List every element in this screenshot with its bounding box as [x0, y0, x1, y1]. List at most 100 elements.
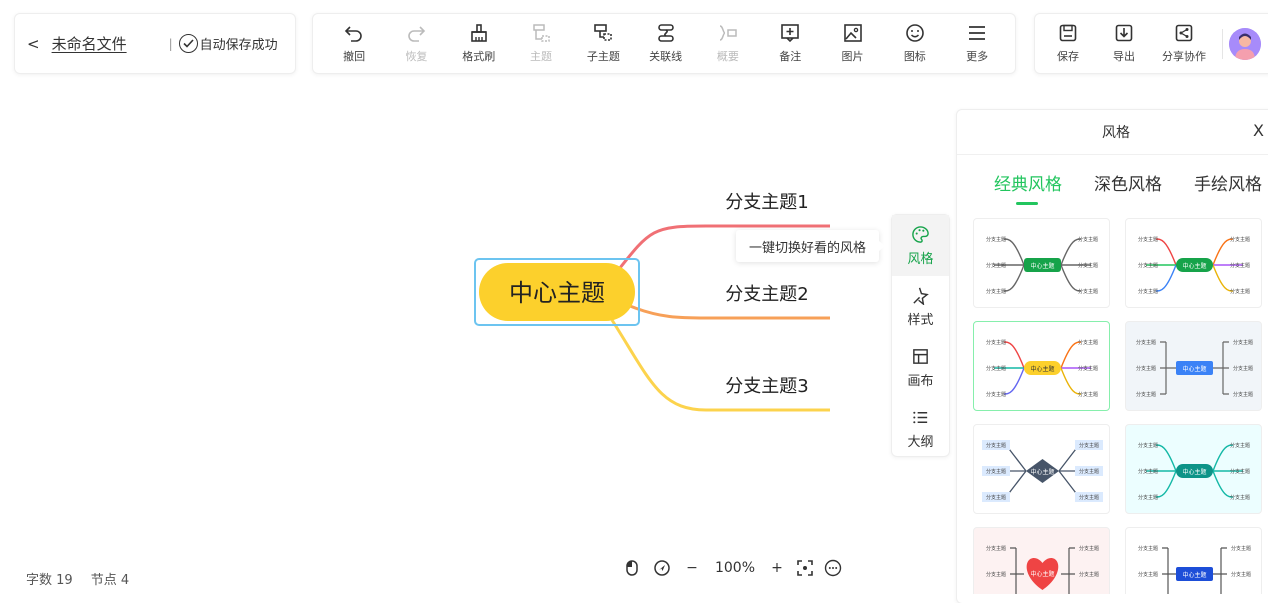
share-label: 分享协作	[1162, 50, 1206, 63]
fit-view-button[interactable]	[788, 556, 822, 580]
thumb-center-label: 中心主题	[1182, 262, 1206, 270]
relation-line-icon	[657, 24, 674, 42]
thumb-branch-label: 分支主题	[986, 365, 1006, 372]
image-icon	[843, 24, 862, 42]
palette-icon	[912, 225, 929, 243]
thumb-branch-label: 分支主题	[1079, 442, 1099, 449]
style-thumbnail-4[interactable]: 中心主题 分支主题 分支主题 分支主题 分支主题 分支主题 分支主题	[1125, 321, 1262, 411]
branch-topic-2[interactable]: 分支主题2	[725, 284, 808, 305]
autosave-status: 自动保存成功	[199, 38, 278, 53]
style-thumbnail-7[interactable]: 中心主题 分支主题 分支主题 分支主题 分支主题	[973, 527, 1110, 594]
zoom-level: 100%	[714, 560, 756, 576]
save-button[interactable]: 保存	[1040, 23, 1096, 64]
thumb-center-label: 中心主题	[1030, 262, 1054, 270]
branch-connector-2	[629, 304, 830, 320]
thumb-branch-label: 分支主题	[986, 391, 1006, 398]
thumb-branch-label: 分支主题	[1230, 236, 1250, 243]
zoom-toolbar: − 100% +	[620, 556, 844, 580]
undo-button[interactable]: 撤回	[323, 13, 385, 74]
style-thumbnail-3[interactable]: 中心主题 分支主题 分支主题 分支主题 分支主题 分支主题 分支主题	[973, 321, 1110, 411]
thumb-branch-label: 分支主题	[1231, 545, 1251, 552]
thumb-branch-label: 分支主题	[1078, 262, 1098, 269]
note-button[interactable]: 备注	[759, 13, 821, 74]
summary-button[interactable]: 概要	[697, 13, 759, 74]
center-topic-text: 中心主题	[509, 279, 605, 307]
thumb-branch-label: 分支主题	[1138, 545, 1158, 552]
style-thumbnail-5[interactable]: 中心主题 分支主题 分支主题 分支主题 分支主题 分支主题 分支主题	[973, 424, 1110, 514]
file-name[interactable]: 未命名文件	[52, 33, 127, 54]
thumb-branch-label: 分支主题	[1078, 391, 1098, 398]
style-thumbnail-6[interactable]: 中心主题 分支主题 分支主题 分支主题 分支主题 分支主题 分支主题	[1125, 424, 1262, 514]
mindmap-canvas[interactable]: 中心主题 分支主题1 分支主题2 分支主题3	[0, 80, 960, 560]
thumb-branch-label: 分支主题	[1138, 236, 1158, 243]
branch-topic-1[interactable]: 分支主题1	[725, 192, 808, 213]
word-count: 字数 19	[26, 573, 73, 588]
share-button[interactable]: 分享协作	[1152, 23, 1216, 64]
format-brush-icon	[470, 24, 487, 42]
more-options-button[interactable]	[822, 556, 844, 580]
back-icon[interactable]: <	[27, 35, 40, 53]
thumb-branch-label: 分支主题	[986, 262, 1006, 269]
thumb-center-label: 中心主题	[1182, 571, 1206, 579]
tab-style-theme[interactable]: 风格	[892, 215, 949, 276]
thumb-branch-label: 分支主题	[1138, 494, 1158, 501]
thumb-branch-label: 分支主题	[1230, 288, 1250, 295]
thumb-branch-label: 分支主题	[1136, 365, 1156, 372]
image-label: 图片	[841, 50, 864, 63]
thumb-branch-label: 分支主题	[986, 288, 1006, 295]
thumb-branch-label: 分支主题	[1138, 262, 1158, 269]
redo-icon	[408, 26, 426, 42]
summary-icon	[719, 25, 737, 41]
tab-hand-drawn-style[interactable]: 手绘风格	[1194, 170, 1262, 195]
export-button[interactable]: 导出	[1096, 23, 1152, 64]
emoji-button[interactable]: 图标	[884, 13, 946, 74]
tab-classic-style[interactable]: 经典风格	[994, 170, 1062, 205]
thumb-branch-label: 分支主题	[1079, 545, 1099, 552]
mouse-icon	[626, 560, 638, 576]
subtopic-button[interactable]: 子主题	[572, 13, 634, 74]
style-thumbnail-2[interactable]: 中心主题 分支主题 分支主题 分支主题 分支主题 分支主题 分支主题	[1125, 218, 1262, 308]
thumb-branch-label: 分支主题	[986, 339, 1006, 346]
image-button[interactable]: 图片	[821, 13, 883, 74]
subtopic-label: 子主题	[586, 50, 620, 63]
style-thumbnail-1[interactable]: 中心主题 分支主题 分支主题 分支主题 分支主题 分支主题 分支主题	[973, 218, 1110, 308]
tab-node-style[interactable]: 样式	[892, 276, 949, 337]
tab-node-style-label: 样式	[907, 312, 934, 328]
note-icon	[781, 24, 800, 43]
zoom-in-button[interactable]: +	[766, 556, 788, 580]
relation-line-button[interactable]: 关联线	[634, 13, 696, 74]
close-icon[interactable]: X	[1253, 121, 1264, 140]
thumb-branch-label: 分支主题	[1230, 494, 1250, 501]
locate-button[interactable]	[644, 556, 680, 580]
thumb-branch-label: 分支主题	[1230, 468, 1250, 475]
thumb-branch-label: 分支主题	[1078, 288, 1098, 295]
more-button[interactable]: 更多	[946, 13, 1008, 74]
redo-button[interactable]: 恢复	[385, 13, 447, 74]
document-stats: 字数 19 节点 4	[26, 569, 129, 588]
save-icon	[1059, 24, 1077, 42]
emoji-label: 图标	[903, 50, 926, 63]
thumb-center-label: 中心主题	[1030, 468, 1054, 476]
style-tooltip: 一键切换好看的风格	[736, 230, 885, 262]
thumb-branch-label: 分支主题	[1233, 365, 1253, 372]
format-brush-button[interactable]: 格式刷	[448, 13, 510, 74]
tab-outline[interactable]: 大纲	[892, 398, 949, 459]
thumb-branch-label: 分支主题	[986, 545, 1006, 552]
thumb-branch-label: 分支主题	[1231, 571, 1251, 578]
branch-topic-3[interactable]: 分支主题3	[725, 376, 808, 397]
zoom-out-button[interactable]: −	[680, 556, 704, 580]
canvas-icon	[913, 348, 928, 364]
thumb-center-label: 中心主题	[1182, 365, 1206, 373]
thumb-branch-label: 分支主题	[986, 571, 1006, 578]
export-label: 导出	[1113, 50, 1135, 63]
locate-icon	[654, 560, 670, 576]
tab-dark-style[interactable]: 深色风格	[1094, 170, 1162, 195]
thumb-branch-label: 分支主题	[1078, 365, 1098, 372]
thumb-branch-label: 分支主题	[1136, 391, 1156, 398]
mouse-mode-button[interactable]	[620, 556, 644, 580]
tab-canvas[interactable]: 画布	[892, 337, 949, 398]
avatar[interactable]	[1229, 27, 1261, 60]
thumb-branch-label: 分支主题	[1138, 571, 1158, 578]
style-thumbnail-8[interactable]: 中心主题 分支主题 分支主题 分支主题 分支主题	[1125, 527, 1262, 594]
topic-button[interactable]: 主题	[510, 13, 572, 74]
